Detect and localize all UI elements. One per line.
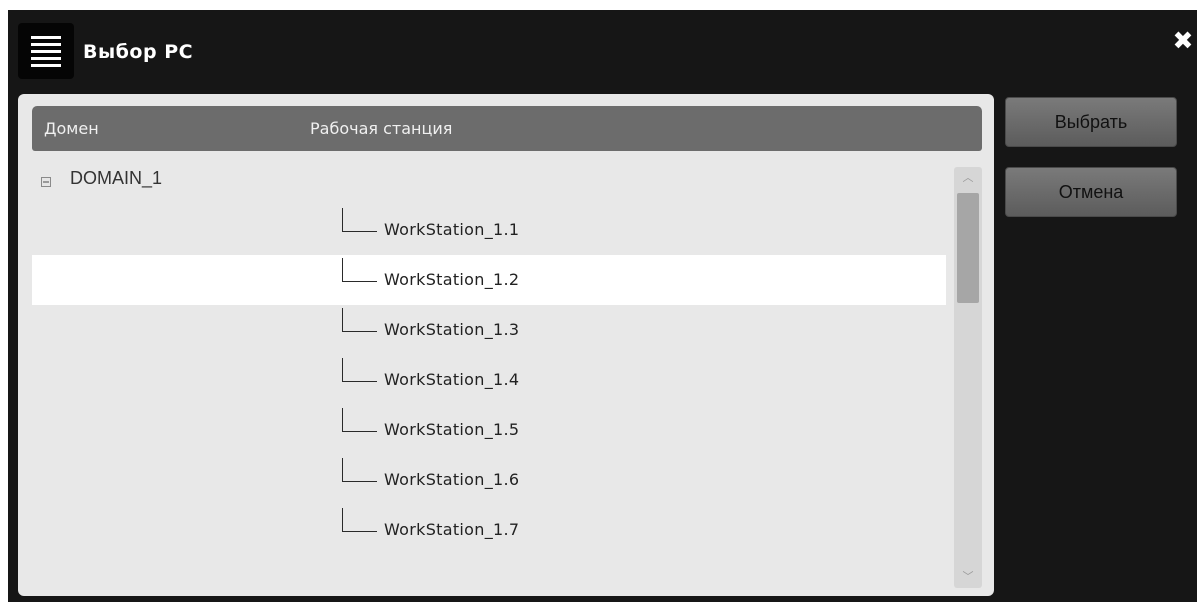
select-button[interactable]: Выбрать — [1005, 97, 1177, 147]
close-icon[interactable]: ✖ — [1172, 28, 1194, 54]
tree-row-domain[interactable]: DOMAIN_1 — [32, 155, 946, 205]
tree-connector-icon — [342, 308, 377, 332]
tree-row-workstation[interactable]: WorkStation_1.2 — [32, 255, 946, 305]
workstation-label: WorkStation_1.1 — [384, 220, 520, 239]
workstation-label: WorkStation_1.3 — [384, 320, 520, 339]
tree-connector-icon — [342, 258, 377, 282]
menu-icon[interactable] — [18, 23, 74, 79]
workstation-label: WorkStation_1.4 — [384, 370, 520, 389]
workstation-label: WorkStation_1.5 — [384, 420, 520, 439]
scroll-thumb[interactable] — [957, 193, 979, 303]
tree-row-workstation[interactable]: WorkStation_1.3 — [32, 305, 946, 355]
tree-connector-icon — [342, 458, 377, 482]
tree-connector-icon — [342, 358, 377, 382]
scroll-up-icon[interactable]: ︿ — [957, 167, 979, 189]
workstation-label: WorkStation_1.2 — [384, 270, 520, 289]
tree-connector-icon — [342, 508, 377, 532]
tree-connector-icon — [342, 408, 377, 432]
workstation-list-panel: Домен Рабочая станция DOMAIN_1 WorkStati… — [18, 94, 994, 596]
dialog-window: Выбор РС ✖ Домен Рабочая станция DOMAIN_… — [8, 10, 1197, 602]
workstation-label: WorkStation_1.6 — [384, 470, 520, 489]
column-header-domain[interactable]: Домен — [44, 119, 99, 138]
domain-label: DOMAIN_1 — [70, 168, 163, 188]
collapse-icon[interactable] — [41, 177, 51, 187]
cancel-button[interactable]: Отмена — [1005, 167, 1177, 217]
scroll-down-icon[interactable]: ﹀ — [957, 566, 979, 588]
vertical-scrollbar[interactable]: ︿ ﹀ — [954, 167, 982, 588]
tree-row-workstation[interactable]: WorkStation_1.7 — [32, 505, 946, 555]
tree-connector-icon — [342, 208, 377, 232]
tree-list: DOMAIN_1 WorkStation_1.1 WorkStation_1.2 W… — [32, 155, 946, 591]
tree-row-workstation[interactable]: WorkStation_1.1 — [32, 205, 946, 255]
tree-row-workstation[interactable]: WorkStation_1.5 — [32, 405, 946, 455]
tree-row-workstation[interactable]: WorkStation_1.4 — [32, 355, 946, 405]
dialog-title: Выбор РС — [83, 41, 194, 63]
workstation-label: WorkStation_1.7 — [384, 520, 520, 539]
column-header-workstation[interactable]: Рабочая станция — [310, 119, 452, 138]
tree-row-workstation[interactable]: WorkStation_1.6 — [32, 455, 946, 505]
table-header: Домен Рабочая станция — [32, 106, 982, 151]
